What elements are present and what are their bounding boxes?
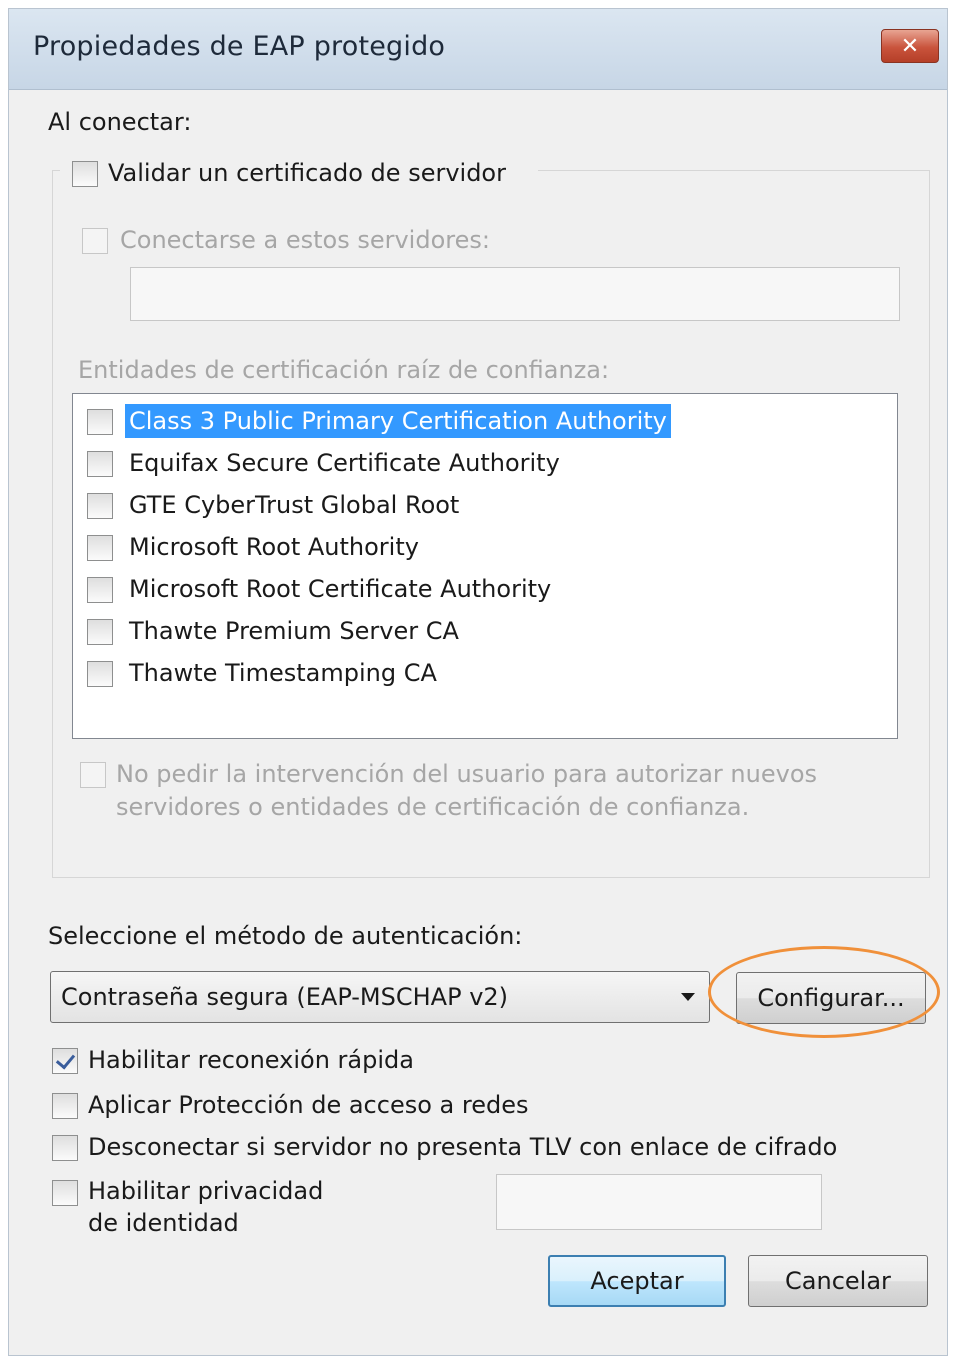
auth-method-value: Contraseña segura (EAP-MSCHAP v2) — [61, 983, 509, 1011]
identity-privacy-checkbox[interactable] — [52, 1180, 78, 1206]
list-item[interactable]: Thawte Premium Server CA — [73, 612, 897, 650]
list-item-checkbox[interactable] — [87, 619, 113, 645]
auth-method-select[interactable]: Contraseña segura (EAP-MSCHAP v2) — [50, 971, 710, 1023]
list-item[interactable]: Microsoft Root Authority — [73, 528, 897, 566]
no-prompt-label-line2: servidores o entidades de certificación … — [116, 793, 750, 821]
list-item-checkbox[interactable] — [87, 535, 113, 561]
auth-method-heading: Seleccione el método de autenticación: — [48, 922, 523, 950]
validate-cert-label: Validar un certificado de servidor — [108, 159, 506, 187]
dialog-title: Propiedades de EAP protegido — [33, 31, 446, 62]
fast-reconnect-checkbox[interactable] — [52, 1048, 78, 1074]
list-item-label: GTE CyberTrust Global Root — [129, 491, 460, 519]
list-item-label: Equifax Secure Certificate Authority — [129, 449, 560, 477]
list-item-label: Microsoft Root Authority — [129, 533, 419, 561]
connect-servers-label: Conectarse a estos servidores: — [120, 226, 490, 254]
list-item[interactable]: Thawte Timestamping CA — [73, 654, 897, 692]
validate-cert-checkbox[interactable] — [72, 161, 98, 187]
list-item[interactable]: Equifax Secure Certificate Authority — [73, 444, 897, 482]
identity-input[interactable] — [496, 1174, 822, 1230]
identity-privacy-label-line1: Habilitar privacidad — [88, 1177, 324, 1205]
configure-button[interactable]: Configurar... — [736, 972, 926, 1024]
no-prompt-label-line1: No pedir la intervención del usuario par… — [116, 760, 818, 788]
connect-servers-checkbox[interactable] — [82, 228, 108, 254]
list-item-checkbox[interactable] — [87, 493, 113, 519]
title-bar: Propiedades de EAP protegido ✕ — [9, 9, 947, 90]
list-item-label: Microsoft Root Certificate Authority — [129, 575, 552, 603]
close-icon: ✕ — [900, 33, 920, 59]
servers-input[interactable] — [130, 267, 900, 321]
list-item[interactable]: GTE CyberTrust Global Root — [73, 486, 897, 524]
identity-privacy-label-line2: de identidad — [88, 1209, 239, 1237]
tlv-checkbox[interactable] — [52, 1135, 78, 1161]
list-item-label: Class 3 Public Primary Certification Aut… — [125, 404, 671, 438]
nap-checkbox[interactable] — [52, 1093, 78, 1119]
dropdown-arrow-icon — [681, 993, 695, 1001]
list-item-checkbox[interactable] — [87, 577, 113, 603]
nap-label: Aplicar Protección de acceso a redes — [88, 1091, 529, 1119]
list-item[interactable]: Microsoft Root Certificate Authority — [73, 570, 897, 608]
list-item-label: Thawte Timestamping CA — [129, 659, 437, 687]
no-prompt-checkbox[interactable] — [80, 762, 106, 788]
list-item-checkbox[interactable] — [87, 409, 113, 435]
list-item-checkbox[interactable] — [87, 661, 113, 687]
list-item[interactable]: Class 3 Public Primary Certification Aut… — [73, 402, 897, 440]
trusted-roots-list[interactable]: Class 3 Public Primary Certification Aut… — [72, 393, 898, 739]
ok-button[interactable]: Aceptar — [548, 1255, 726, 1307]
fast-reconnect-label: Habilitar reconexión rápida — [88, 1046, 414, 1074]
list-item-checkbox[interactable] — [87, 451, 113, 477]
connect-heading: Al conectar: — [48, 108, 192, 136]
tlv-label: Desconectar si servidor no presenta TLV … — [88, 1133, 838, 1161]
list-item-label: Thawte Premium Server CA — [129, 617, 459, 645]
close-button[interactable]: ✕ — [881, 29, 939, 63]
trusted-roots-heading: Entidades de certificación raíz de confi… — [78, 356, 610, 384]
cancel-button[interactable]: Cancelar — [748, 1255, 928, 1307]
